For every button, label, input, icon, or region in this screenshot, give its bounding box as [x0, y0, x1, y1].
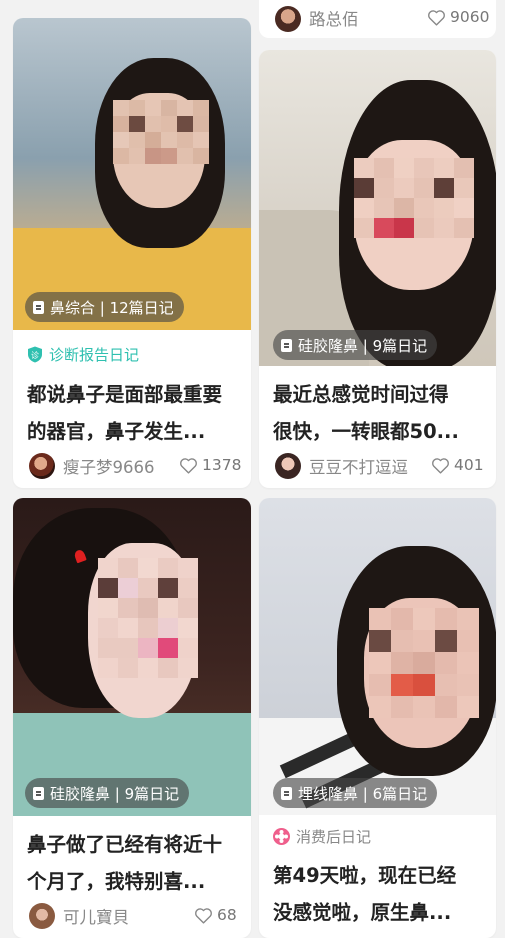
author-info[interactable]: 可儿寶貝: [29, 903, 129, 929]
author-info[interactable]: 豆豆不打逗逗: [275, 453, 408, 479]
diary-type-label: 诊 诊断报告日记: [27, 344, 139, 365]
like-button[interactable]: 9060: [427, 8, 489, 26]
author-avatar: [275, 6, 301, 32]
diary-count-tag: 埋线隆鼻 | 6篇日记: [273, 778, 438, 808]
diary-card-3[interactable]: 硅胶隆鼻 | 9篇日记 鼻子做了已经有将近十 个月了，我特别喜... 可儿寶貝 …: [13, 498, 251, 938]
svg-text:诊: 诊: [31, 350, 39, 360]
like-count: 401: [454, 456, 484, 474]
card-photo[interactable]: 鼻综合 | 12篇日记: [13, 18, 251, 330]
author-info[interactable]: 瘦子梦9666: [29, 453, 155, 479]
document-icon: [33, 786, 44, 800]
card-photo[interactable]: 硅胶隆鼻 | 9篇日记: [13, 498, 251, 816]
diary-card-4[interactable]: 埋线隆鼻 | 6篇日记 消费后日记 第49天啦，现在已经 没感觉啦，原生鼻...: [259, 498, 496, 938]
diary-card-2[interactable]: 硅胶隆鼻 | 9篇日记 最近总感觉时间过得 很快，一转眼都50... 豆豆不打逗…: [259, 50, 496, 488]
author-avatar: [275, 453, 301, 479]
document-icon: [33, 300, 44, 314]
card-title[interactable]: 鼻子做了已经有将近十 个月了，我特别喜...: [27, 826, 222, 900]
like-button[interactable]: 1378: [179, 456, 241, 474]
heart-icon: [432, 457, 449, 474]
diary-count-tag: 硅胶隆鼻 | 9篇日记: [25, 778, 190, 808]
author-name: 可儿寶貝: [63, 908, 129, 927]
card-photo[interactable]: 埋线隆鼻 | 6篇日记: [259, 498, 496, 815]
author-avatar: [29, 903, 55, 929]
diary-count-tag: 鼻综合 | 12篇日记: [25, 292, 184, 322]
like-count: 9060: [450, 8, 490, 26]
diary-card-1[interactable]: 鼻综合 | 12篇日记 诊 诊断报告日记 都说鼻子是面部最重要 的器官，鼻子发生…: [13, 18, 251, 488]
card-previous-right-footer[interactable]: 路总佰 9060: [259, 0, 496, 38]
author-name[interactable]: 路总佰: [309, 6, 359, 30]
like-count: 68: [217, 906, 237, 924]
like-button[interactable]: 68: [194, 906, 237, 924]
document-icon: [281, 786, 292, 800]
like-count: 1378: [202, 456, 242, 474]
heart-icon: [428, 9, 445, 26]
diary-count-tag: 硅胶隆鼻 | 9篇日记: [273, 330, 438, 360]
diary-type-label: 消费后日记: [273, 826, 371, 847]
author-name: 瘦子梦9666: [63, 458, 155, 477]
card-title[interactable]: 第49天啦，现在已经 没感觉啦，原生鼻...: [273, 857, 456, 931]
card-title[interactable]: 最近总感觉时间过得 很快，一转眼都50...: [273, 376, 459, 450]
card-photo[interactable]: 硅胶隆鼻 | 9篇日记: [259, 50, 496, 366]
card-title[interactable]: 都说鼻子是面部最重要 的器官，鼻子发生...: [27, 376, 222, 450]
author-name: 豆豆不打逗逗: [309, 458, 408, 477]
like-button[interactable]: 401: [431, 456, 484, 474]
flower-icon: [273, 828, 290, 845]
diagnosis-shield-icon: 诊: [28, 346, 42, 363]
author-avatar: [29, 453, 55, 479]
heart-icon: [180, 457, 197, 474]
document-icon: [281, 338, 292, 352]
